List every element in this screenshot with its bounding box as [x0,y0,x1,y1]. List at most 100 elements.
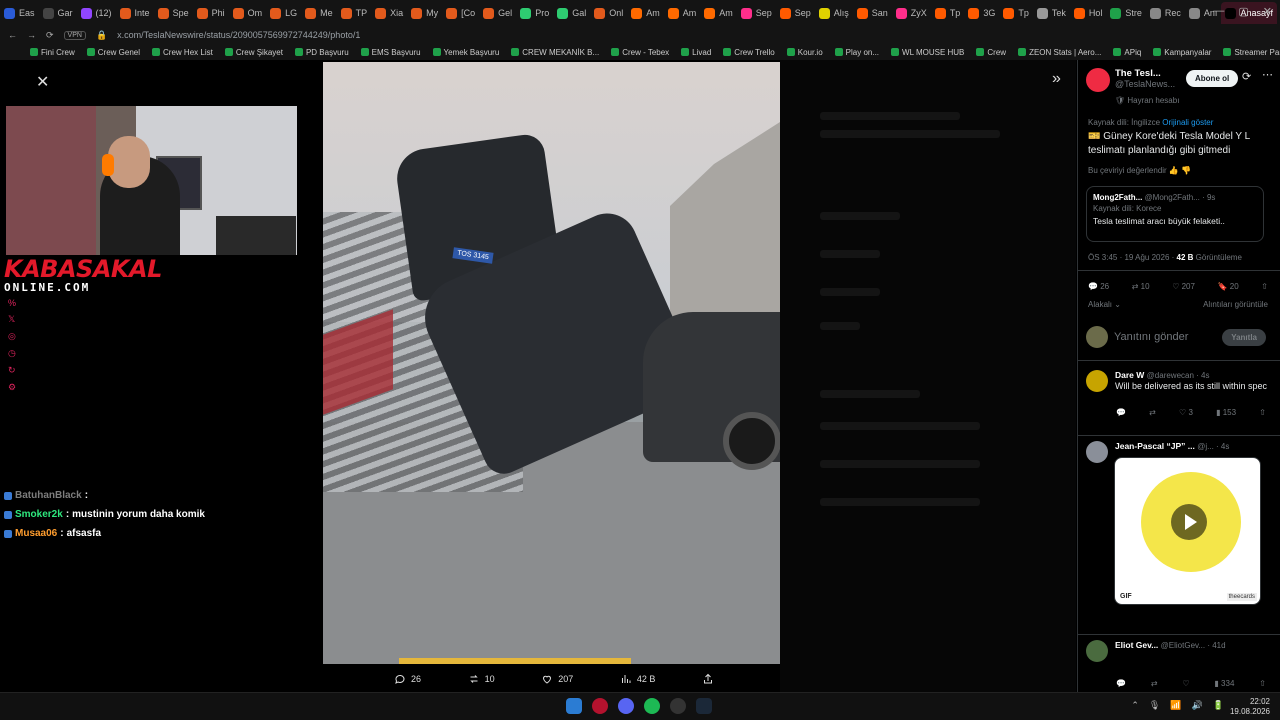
more-icon[interactable]: ⋯ [1262,68,1273,81]
bookmark-item[interactable]: Yemek Başvuru [432,48,499,57]
browser-tab[interactable]: Gel [479,2,516,24]
browser-tab[interactable]: Stre [1106,2,1146,24]
bookmark-item[interactable]: CREW MEKANİK B... [511,48,599,57]
back-icon[interactable]: ← [8,30,17,40]
share-action[interactable] [702,673,714,685]
percent-icon[interactable]: % [8,298,16,308]
quoted-tweet[interactable]: Mong2Fath... @Mong2Fath... · 9s Kaynak d… [1086,186,1264,242]
share-icon[interactable]: ⇧ [1259,408,1266,417]
tray-icon[interactable]: ⌃ [1131,700,1139,711]
browser-tab[interactable]: Sep [737,2,776,24]
settings-icon[interactable]: ⚙ [8,382,16,393]
browser-tab[interactable]: Rec [1146,2,1185,24]
reply-author[interactable]: Eliot Gev... [1115,640,1158,650]
browser-tab[interactable]: 3G [964,2,999,24]
browser-tab[interactable]: Am [664,2,701,24]
author-handle[interactable]: @TeslaNews... [1115,79,1195,89]
browser-tab[interactable]: Me [301,2,337,24]
browser-tab[interactable]: San [853,2,892,24]
tray-icon[interactable]: 🎙 [1149,700,1160,711]
reply-author[interactable]: Jean-Pascal “JP” ... [1115,441,1195,451]
bookmark-item[interactable]: PD Başvuru [294,48,349,57]
expand-panel-icon[interactable]: » [1052,70,1061,88]
stat-reposts[interactable]: ⇄ 10 [1132,282,1150,291]
browser-tab[interactable]: Tp [931,2,965,24]
forward-icon[interactable]: → [27,30,36,40]
stat-bookmarks[interactable]: 🔖 20 [1218,282,1239,291]
spotify-icon[interactable] [644,698,660,714]
bookmark-item[interactable]: Kour.io [786,48,823,57]
reply-action[interactable]: 26 [394,673,421,685]
browser-tab[interactable]: Hol [1070,2,1107,24]
heart-stat[interactable]: ♡ [1182,679,1189,688]
play-icon[interactable] [1171,504,1207,540]
views-stat[interactable]: ▮ 153 [1216,408,1236,417]
show-original-link[interactable]: Orijinali göster [1162,118,1213,127]
bookmark-item[interactable]: Crew Hex List [152,48,213,57]
stat-likes[interactable]: ♡ 207 [1172,282,1195,291]
browser-tab[interactable]: Pro [516,2,553,24]
browser-tab[interactable]: Onl [590,2,627,24]
browser-tab[interactable]: Phi [193,2,229,24]
browser-tab[interactable]: Gal [553,2,590,24]
system-clock[interactable]: 22:02 19.08.2026 [1230,697,1270,717]
reply-avatar[interactable] [1086,441,1108,463]
bookmark-item[interactable]: Crew Trello [723,48,775,57]
reply-gif[interactable]: GIF theecards [1114,457,1261,605]
repost-stat[interactable]: ⇄ [1151,679,1158,688]
url-field[interactable]: x.com/TeslaNewswire/status/2090057569972… [117,30,360,40]
vpn-badge[interactable]: VPN [63,30,86,40]
discord-icon[interactable] [618,698,634,714]
bookmark-item[interactable]: Play on... [834,48,879,57]
sort-dropdown[interactable]: Alakalı ⌄ [1088,300,1121,309]
browser-tab[interactable]: (12) [77,2,116,24]
bookmark-item[interactable]: EMS Başvuru [360,48,421,57]
reply-stat[interactable]: 💬 [1116,679,1126,688]
stat-replies[interactable]: 💬 26 [1088,282,1109,291]
reply-avatar[interactable] [1086,640,1108,662]
close-photo-button[interactable]: ✕ [36,72,49,92]
browser-tab[interactable]: Gar [39,2,77,24]
target-icon[interactable]: ◎ [8,331,16,342]
reply-stat[interactable]: 💬 [1116,408,1126,417]
browser-tab[interactable]: Tek [1033,2,1070,24]
browser-tab[interactable]: Eas [0,2,39,24]
bookmark-item[interactable]: Fini Crew [30,48,75,57]
author-avatar[interactable] [1086,68,1110,92]
reply-input[interactable]: Yanıtını gönder [1114,331,1188,343]
steam-icon[interactable] [696,698,712,714]
browser-tab[interactable]: Alış [815,2,853,24]
grok-icon[interactable]: ⟳ [1242,70,1251,83]
views-stat[interactable]: ▮ 334 [1214,679,1234,688]
tray-icon[interactable]: 📶 [1170,700,1181,711]
browser-tab[interactable]: TP [337,2,372,24]
opera-icon[interactable] [592,698,608,714]
browser-tab[interactable]: Am [627,2,664,24]
clock-icon[interactable]: ◷ [8,348,16,359]
follow-button[interactable]: Abone ol [1186,70,1239,87]
bookmark-item[interactable]: Crew Şikayet [224,48,283,57]
reply-button[interactable]: Yanıtla [1222,328,1266,346]
bookmark-item[interactable]: Livad [681,48,711,57]
tweet-photo[interactable]: TOS 3145 [323,62,780,664]
bookmark-item[interactable]: APiq [1113,48,1141,57]
reply-avatar[interactable] [1086,370,1108,392]
heart-stat[interactable]: ♡ 3 [1179,408,1193,417]
x-logo-icon[interactable]: 𝕏 [8,314,16,325]
obs-icon[interactable] [670,698,686,714]
reply-author[interactable]: Dare W [1115,370,1144,380]
browser-tab[interactable]: Inte [116,2,154,24]
reload-icon[interactable]: ⟳ [46,30,54,41]
start-icon[interactable] [566,698,582,714]
browser-tab[interactable]: Om [229,2,267,24]
rate-translation[interactable]: Bu çeviriyi değerlendir 👍 👎 [1088,166,1191,175]
browser-tab[interactable]: Spe [154,2,193,24]
bookmark-item[interactable]: Crew [976,48,1006,57]
bookmark-item[interactable]: WL MOUSE HUB [891,48,964,57]
maximize-button[interactable]: ▢ [1238,5,1248,18]
repost-stat[interactable]: ⇄ [1149,408,1156,417]
views-action[interactable]: 42 B [620,673,655,685]
tweet-timestamp[interactable]: ÖS 3:45 · 19 Ağu 2026 [1088,253,1169,262]
browser-tab[interactable]: [Co [442,2,479,24]
browser-tab[interactable]: ZyX [892,2,931,24]
